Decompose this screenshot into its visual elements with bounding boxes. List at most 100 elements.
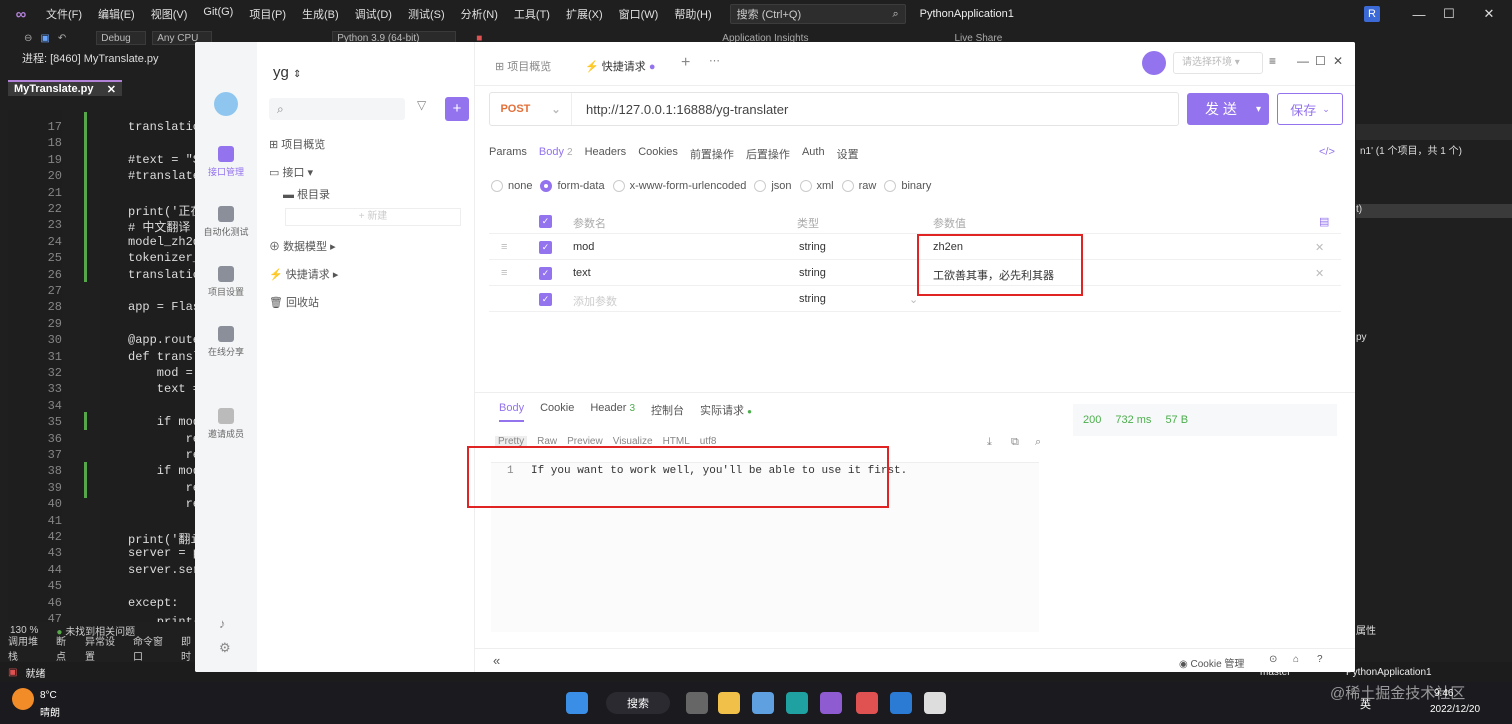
menu-item[interactable]: 窗口(W) <box>611 6 667 22</box>
tree-item-api[interactable]: ▭ 接口 ▾ <box>269 164 313 180</box>
vscode-icon[interactable] <box>890 692 912 714</box>
tree-item-root[interactable]: ▬ 根目录 <box>283 186 330 202</box>
delete-row-icon[interactable]: ✕ <box>1315 241 1324 254</box>
resp-tab-actual[interactable]: 实际请求 ● <box>700 402 752 422</box>
menu-item[interactable]: 工具(T) <box>506 6 558 22</box>
tree-item-trash[interactable]: 🗑 回收站 <box>269 294 319 310</box>
file-tab[interactable]: MyTranslate.py ✕ <box>8 80 122 96</box>
add-button[interactable]: + <box>445 97 469 121</box>
project-name[interactable]: PythonApplication1 <box>1346 667 1432 678</box>
se-search[interactable] <box>1356 124 1512 140</box>
project-name[interactable]: yg ⇕ <box>273 64 301 81</box>
tree-search-input[interactable]: ⌕ <box>269 98 405 120</box>
param-name[interactable]: text <box>573 267 591 279</box>
apifox-icon[interactable] <box>856 692 878 714</box>
tab-pre-actions[interactable]: 前置操作 <box>690 146 734 162</box>
menu-item[interactable]: 文件(F) <box>38 6 90 22</box>
menu-item[interactable]: 测试(S) <box>400 6 453 22</box>
tab-params[interactable]: Params <box>489 146 527 162</box>
radio-urlencoded[interactable]: x-www-form-urlencoded <box>612 180 746 193</box>
menu-item[interactable]: 分析(N) <box>453 6 506 22</box>
config-select[interactable]: Debug <box>96 31 147 45</box>
pane-divider[interactable] <box>475 392 1355 393</box>
menu-item[interactable]: 扩展(X) <box>558 6 611 22</box>
resp-tab-console[interactable]: 控制台 <box>651 402 684 422</box>
properties-label[interactable]: 属性 <box>1356 622 1376 637</box>
row-checkbox[interactable]: ✓ <box>539 267 552 280</box>
search-icon[interactable]: ⌕ <box>1035 436 1041 449</box>
vs-search-box[interactable]: 搜索 (Ctrl+Q) ⌕ <box>729 4 906 24</box>
filter-icon[interactable]: ▽ <box>417 98 426 112</box>
send-button[interactable]: 发 送 ▾ <box>1187 93 1269 125</box>
menu-item[interactable]: 项目(P) <box>241 6 294 22</box>
drag-handle-icon[interactable]: ≡ <box>501 241 507 253</box>
save-button[interactable]: 保存 ⌄ <box>1277 93 1343 125</box>
new-button[interactable]: + 新建 <box>285 208 461 226</box>
row-checkbox[interactable]: ✓ <box>539 241 552 254</box>
nav-auto-test[interactable]: 自动化测试 <box>195 206 257 238</box>
resp-tab-header[interactable]: Header 3 <box>590 402 635 422</box>
bottom-tab[interactable]: 断点 <box>56 633 75 663</box>
shirt-icon[interactable]: ⌂ <box>1293 654 1299 665</box>
close-button[interactable]: ✕ <box>1466 0 1512 28</box>
se-solution-label[interactable]: n1' (1 个项目，共 1 个) <box>1360 142 1462 157</box>
file-explorer-icon[interactable] <box>718 692 740 714</box>
menu-item[interactable]: 视图(V) <box>143 6 196 22</box>
cookie-manager[interactable]: ◉ Cookie 管理 <box>1179 655 1244 670</box>
edge-icon[interactable] <box>786 692 808 714</box>
method-select[interactable]: POST ⌄ <box>490 93 572 125</box>
tab-post-actions[interactable]: 后置操作 <box>746 146 790 162</box>
menu-icon[interactable]: ≡ <box>1269 54 1276 68</box>
menu-item[interactable]: 生成(B) <box>294 6 347 22</box>
window-close-icon[interactable]: ✕ <box>1333 54 1343 68</box>
url-input[interactable]: http://127.0.0.1:16888/yg-translater <box>572 102 788 117</box>
radio-raw[interactable]: raw <box>841 180 876 193</box>
resp-tab-body[interactable]: Body <box>499 402 525 422</box>
param-type[interactable]: string <box>799 267 826 279</box>
bottom-tab[interactable]: 调用堆栈 <box>8 633 46 663</box>
save-all-icon[interactable]: ▣ <box>40 33 49 44</box>
back-icon[interactable]: ⊖ <box>24 33 32 44</box>
visual-studio-icon[interactable] <box>820 692 842 714</box>
code-editor[interactable]: translatio #text = "S #translate print('正在 #… <box>100 110 200 622</box>
add-param-input[interactable]: 添加参数 <box>573 293 617 309</box>
se-selected-item[interactable]: t) <box>1356 204 1512 218</box>
clock-date[interactable]: 2022/12/20 <box>1430 704 1480 715</box>
tab-cookies[interactable]: Cookies <box>638 146 678 162</box>
tab-settings[interactable]: 设置 <box>837 146 859 162</box>
se-item[interactable]: py <box>1356 332 1367 343</box>
new-tab-icon[interactable]: + <box>681 54 690 72</box>
bottom-tab[interactable]: 异常设置 <box>85 633 123 663</box>
windows-start-icon[interactable] <box>566 692 588 714</box>
tab-quick-request[interactable]: ⚡ 快捷请求 ● <box>585 58 656 76</box>
nav-project-settings[interactable]: 项目设置 <box>195 266 257 298</box>
menu-item[interactable]: 调试(D) <box>347 6 400 22</box>
delete-row-icon[interactable]: ✕ <box>1315 267 1324 280</box>
bottom-tab[interactable]: 命令窗口 <box>133 633 171 663</box>
param-type[interactable]: string <box>799 241 826 253</box>
undo-icon[interactable]: ↶ <box>58 33 66 44</box>
tree-item-overview[interactable]: ⊞ 项目概览 <box>269 136 325 152</box>
radio-xml[interactable]: xml <box>799 180 834 193</box>
env-select[interactable]: 请选择环境 ▾ <box>1173 52 1263 74</box>
help-icon[interactable]: ? <box>1317 654 1323 665</box>
resp-tab-cookie[interactable]: Cookie <box>540 402 574 422</box>
gear-icon[interactable]: ⚙ <box>219 640 231 656</box>
notepad-icon[interactable] <box>924 692 946 714</box>
bulk-edit-icon[interactable]: ▤ <box>1319 215 1329 228</box>
code-icon[interactable]: </> <box>1319 146 1335 158</box>
upload-icon[interactable]: ⊙ <box>1269 654 1277 665</box>
radio-json[interactable]: json <box>754 180 792 193</box>
drag-handle-icon[interactable]: ≡ <box>501 267 507 279</box>
download-icon[interactable]: ⤓ <box>987 436 992 449</box>
copy-icon[interactable]: ⧉ <box>1011 436 1019 449</box>
select-all-checkbox[interactable]: ✓ <box>539 215 552 228</box>
row-checkbox[interactable]: ✓ <box>539 293 552 306</box>
bell-icon[interactable]: ♪ <box>219 616 226 631</box>
store-icon[interactable] <box>752 692 774 714</box>
tab-auth[interactable]: Auth <box>802 146 825 162</box>
radio-form-data[interactable]: form-data <box>540 180 605 193</box>
radio-none[interactable]: none <box>491 180 532 193</box>
radio-binary[interactable]: binary <box>884 180 931 193</box>
nav-online-share[interactable]: 在线分享 <box>195 326 257 358</box>
